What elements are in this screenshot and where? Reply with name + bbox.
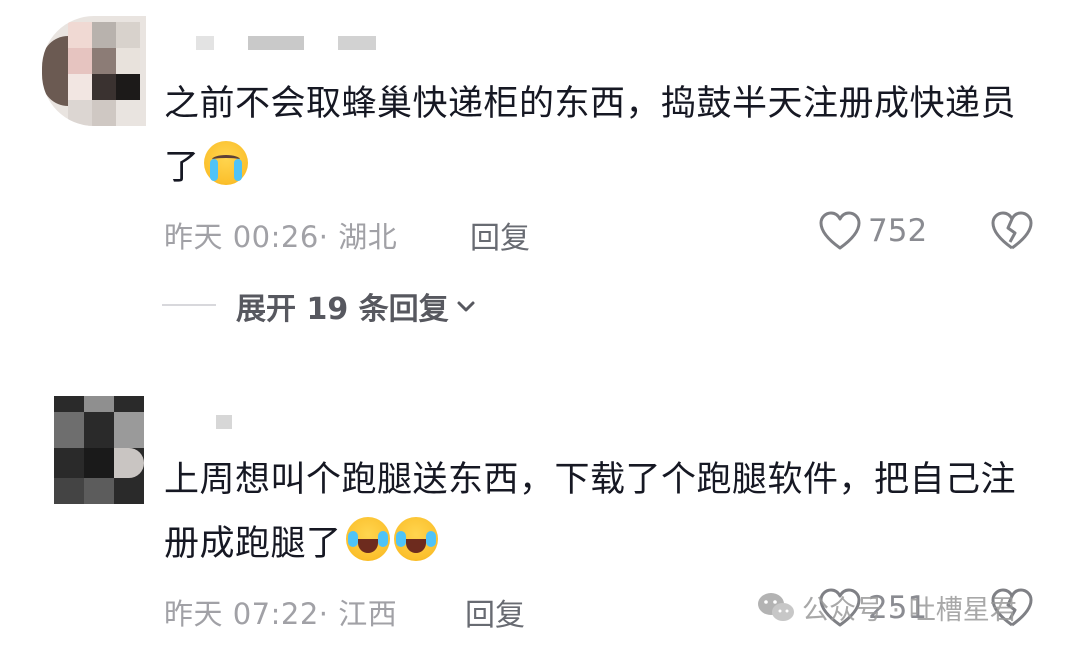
- username-redacted[interactable]: [338, 36, 376, 50]
- avatar[interactable]: [42, 16, 146, 126]
- expand-replies-label: 展开 19 条回复: [236, 292, 449, 327]
- heart-outline-icon: [819, 211, 861, 250]
- thread-divider: [162, 304, 216, 306]
- username-redacted[interactable]: [196, 36, 214, 50]
- watermark-text: 公众号 · 吐槽星君: [802, 595, 1017, 626]
- comment-meta: 昨天 07:22· 江西: [164, 591, 397, 633]
- username-redacted[interactable]: [248, 36, 304, 50]
- comment-location: · 湖北: [318, 220, 398, 254]
- comment-time: 昨天 00:26: [164, 220, 319, 254]
- username-redacted[interactable]: [216, 415, 232, 429]
- watermark: 公众号 · 吐槽星君: [756, 588, 1017, 627]
- loudly-crying-face-icon: [203, 141, 248, 185]
- broken-heart-icon: [991, 211, 1033, 250]
- comment-location: · 江西: [318, 597, 398, 631]
- dislike-button[interactable]: [990, 210, 1034, 256]
- like-button[interactable]: 752: [818, 210, 927, 252]
- expand-replies-button[interactable]: 展开 19 条回复: [236, 284, 477, 328]
- wechat-icon: [758, 592, 794, 621]
- reply-button[interactable]: 回复: [465, 590, 525, 634]
- like-count: 752: [868, 213, 928, 249]
- face-with-tears-of-joy-icon: [345, 517, 390, 561]
- comment-text: 之前不会取蜂巢快递柜的东西，捣鼓半天注册成快递员了: [164, 84, 1017, 188]
- face-with-tears-of-joy-icon: [393, 517, 438, 561]
- avatar[interactable]: [54, 396, 144, 504]
- comment-time: 昨天 07:22: [164, 597, 319, 631]
- comment-text: 上周想叫个跑腿送东西，下载了个跑腿软件，把自己注册成跑腿了: [164, 460, 1017, 564]
- reply-button[interactable]: 回复: [470, 213, 530, 257]
- chevron-down-icon: [457, 301, 475, 312]
- comment-meta: 昨天 00:26· 湖北: [164, 214, 397, 256]
